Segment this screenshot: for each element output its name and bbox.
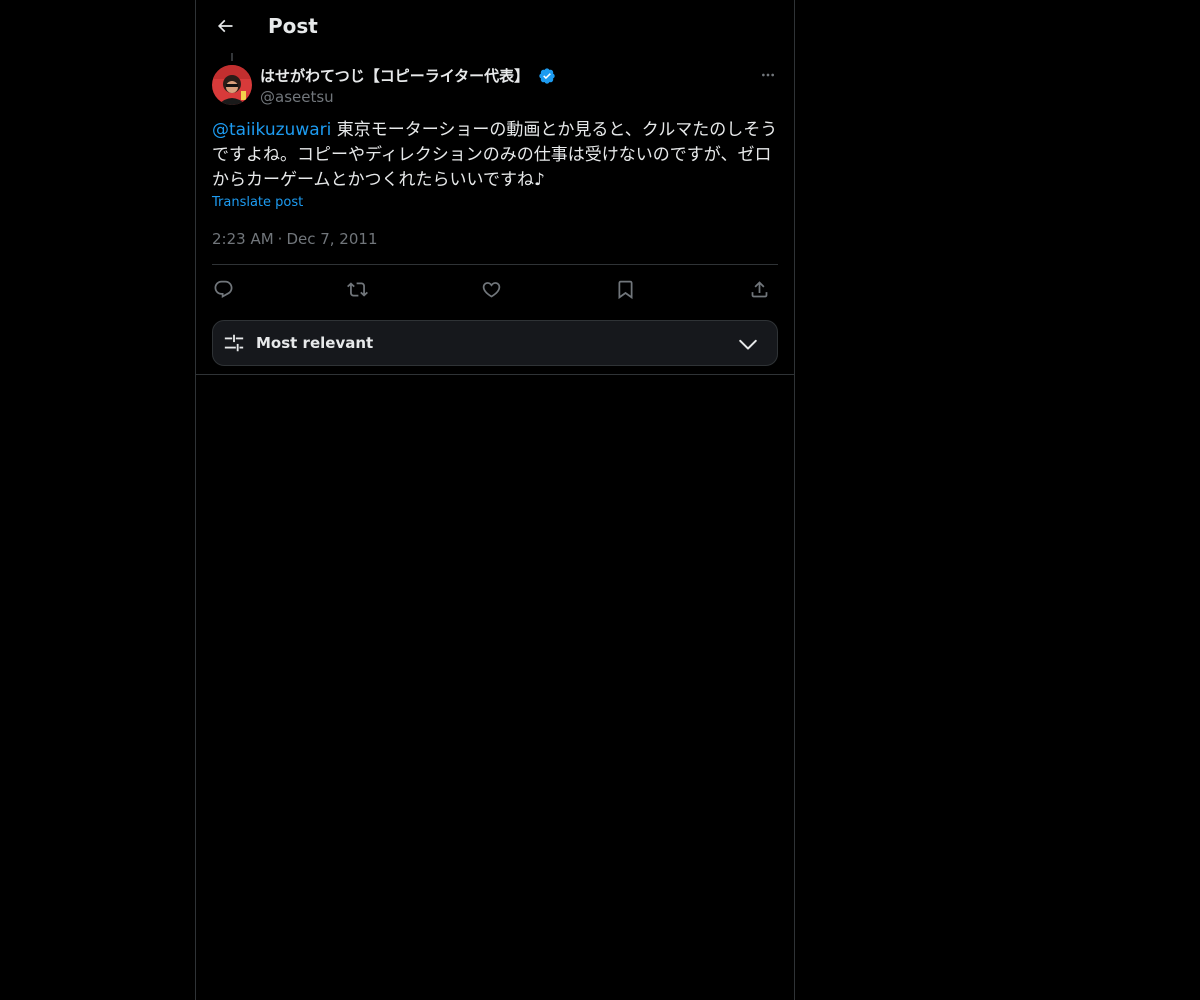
replies-sort-dropdown[interactable]: Most relevant: [212, 320, 778, 366]
more-options-button[interactable]: [758, 65, 778, 85]
sliders-icon: [224, 334, 244, 352]
post-time[interactable]: 2:23 AM: [212, 229, 274, 249]
arrow-left-icon: [217, 19, 233, 33]
timestamp-separator: ·: [277, 230, 283, 248]
back-button[interactable]: [207, 8, 243, 44]
bookmark-button[interactable]: [612, 276, 638, 302]
author-display-name[interactable]: はせがわてつじ【コピーライター代表】: [260, 66, 529, 86]
primary-column: Post はせがわてつじ【コピーライター代表】 @aseetsu @taiiku…: [195, 0, 795, 1000]
author-name-block: はせがわてつじ【コピーライター代表】 @aseetsu: [260, 65, 556, 107]
verified-badge-icon: [539, 67, 555, 84]
page-header: Post: [196, 0, 794, 53]
mention-link[interactable]: @taiikuzuwari: [212, 120, 331, 140]
more-horizontal-icon: [762, 73, 774, 77]
post-author-row: はせがわてつじ【コピーライター代表】 @aseetsu: [212, 65, 778, 107]
reply-button[interactable]: [210, 276, 236, 302]
author-handle[interactable]: @aseetsu: [260, 87, 556, 107]
translate-post-link[interactable]: Translate post: [212, 194, 303, 212]
post-date[interactable]: Dec 7, 2011: [286, 229, 377, 249]
post-timestamp: 2:23 AM · Dec 7, 2011: [212, 229, 378, 249]
page-title: Post: [268, 14, 318, 38]
post-text: @taiikuzuwari 東京モーターショーの動画とか見ると、クルマたのしそう…: [212, 118, 778, 193]
repost-button[interactable]: [344, 276, 370, 302]
section-divider: [196, 374, 794, 375]
chevron-down-icon: [739, 339, 757, 350]
like-button[interactable]: [478, 276, 504, 302]
thread-connector-line: [231, 53, 233, 61]
avatar[interactable]: [212, 65, 252, 105]
avatar-image: [212, 65, 252, 105]
sort-label: Most relevant: [256, 334, 374, 352]
post-actions-bar: [212, 276, 778, 302]
repost-icon: [346, 281, 368, 297]
bookmark-icon: [618, 280, 632, 299]
share-icon: [751, 280, 767, 297]
share-button[interactable]: [746, 276, 772, 302]
like-icon: [482, 281, 500, 298]
divider: [212, 264, 778, 265]
reply-icon: [214, 280, 232, 298]
